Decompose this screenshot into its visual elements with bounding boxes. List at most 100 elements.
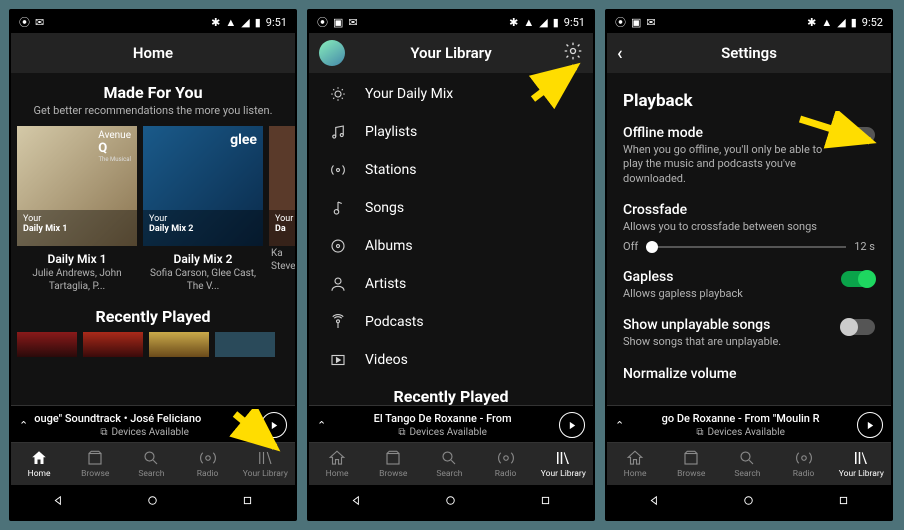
now-playing-bar[interactable]: ⌃ go De Roxanne - From "Moulin R ⧉Device… (607, 405, 891, 442)
nav-search[interactable]: Search (126, 447, 176, 481)
library-item-label: Stations (365, 162, 416, 178)
devices-label[interactable]: Devices Available (111, 427, 188, 438)
library-item-radio[interactable]: Stations (309, 151, 593, 189)
unplayable-toggle[interactable] (841, 319, 875, 335)
play-button[interactable] (261, 412, 287, 438)
nav-home[interactable]: Home (312, 447, 362, 481)
daily-mix-scroller[interactable]: AvenueQ The Musical YourDaily Mix 1 Dail… (11, 126, 295, 293)
nav-browse[interactable]: Browse (368, 447, 418, 481)
made-for-you-subtitle: Get better recommendations the more you … (11, 104, 295, 118)
sun-icon (327, 85, 349, 103)
now-playing-bar[interactable]: ⌃ ouge" Soundtrack • José Feliciano ⧉ Dev… (11, 405, 295, 442)
home-content: Made For You Get better recommendations … (11, 73, 295, 405)
library-item-label: Videos (365, 352, 408, 368)
signal-icon: ◢ (241, 16, 249, 29)
recently-played-title: Recently Played (11, 307, 295, 326)
play-button[interactable] (857, 412, 883, 438)
library-item-song[interactable]: Songs (309, 189, 593, 227)
setting-show-unplayable[interactable]: Show unplayable songs Show songs that ar… (623, 317, 875, 349)
setting-gapless[interactable]: Gapless Allows gapless playback (623, 269, 875, 301)
crossfade-slider[interactable]: Off 12 s (623, 240, 875, 253)
setting-offline-mode[interactable]: Offline mode When you go offline, you'll… (623, 125, 875, 186)
card-title: Daily Mix 1 (17, 252, 137, 266)
library-item-video[interactable]: Videos (309, 341, 593, 379)
library-item-label: Playlists (365, 124, 417, 140)
bottom-nav: Home Browse Search Radio Your Library (309, 442, 593, 485)
app-bar: ‹ Settings (607, 33, 891, 73)
song-icon (327, 199, 349, 217)
daily-mix-card-2[interactable]: glee YourDaily Mix 2 Daily Mix 2 Sofia C… (143, 126, 263, 293)
library-content: Your Daily Mix Playlists Stations Songs Albu… (309, 73, 593, 405)
devices-icon[interactable]: ⧉ (398, 427, 405, 438)
back-button[interactable] (51, 493, 66, 512)
devices-icon[interactable]: ⧉ (100, 427, 107, 438)
home-button[interactable] (741, 493, 756, 512)
back-icon[interactable]: ‹ (617, 43, 623, 64)
nav-browse[interactable]: Browse (666, 447, 716, 481)
chevron-up-icon[interactable]: ⌃ (317, 419, 326, 432)
library-item-label: Your Daily Mix (365, 86, 453, 102)
card-title: Daily Mix 2 (143, 252, 263, 266)
recents-button[interactable] (836, 493, 851, 512)
track-title: ouge" Soundtrack • José Feliciano (34, 412, 255, 425)
nav-browse[interactable]: Browse (70, 447, 120, 481)
phone-settings: ⦿▣✉ ✱▲◢▮9:52 ‹ Settings Playback Offline… (605, 9, 893, 521)
offline-toggle[interactable] (841, 127, 875, 143)
library-item-album[interactable]: Albums (309, 227, 593, 265)
nav-search[interactable]: Search (424, 447, 474, 481)
avatar[interactable] (319, 40, 345, 66)
card-artists: Julie Andrews, John Tartaglia, P... (17, 268, 137, 293)
library-item-label: Albums (365, 238, 413, 254)
card-artists: Ka Steve (269, 248, 295, 273)
settings-section-playback: Playback (623, 91, 875, 111)
gapless-toggle[interactable] (841, 271, 875, 287)
recents-button[interactable] (240, 493, 255, 512)
page-title: Your Library (410, 44, 491, 62)
library-recently-played: Recently Played (309, 387, 593, 405)
bluetooth-icon: ✱ (211, 16, 220, 29)
slider-thumb[interactable] (646, 241, 658, 253)
home-button[interactable] (145, 493, 160, 512)
daily-mix-card-1[interactable]: AvenueQ The Musical YourDaily Mix 1 Dail… (17, 126, 137, 293)
bottom-nav: Home Browse Search Radio Your Library (11, 442, 295, 485)
nav-search[interactable]: Search (722, 447, 772, 481)
nav-library[interactable]: Your Library (537, 447, 590, 481)
recents-button[interactable] (538, 493, 553, 512)
app-bar: Home (11, 33, 295, 73)
nav-home[interactable]: Home (14, 447, 64, 481)
android-nav (11, 485, 295, 519)
chevron-up-icon[interactable]: ⌃ (19, 419, 28, 432)
made-for-you-title: Made For You (11, 83, 295, 102)
nav-home[interactable]: Home (610, 447, 660, 481)
nav-radio[interactable]: Radio (481, 447, 531, 481)
settings-content: Playback Offline mode When you go offlin… (607, 73, 891, 405)
setting-normalize-volume[interactable]: Normalize volume (623, 366, 875, 382)
daily-mix-card-3[interactable]: YourDa Ka Steve (269, 126, 295, 293)
play-button[interactable] (559, 412, 585, 438)
android-nav (607, 485, 891, 519)
devices-icon[interactable]: ⧉ (696, 427, 703, 438)
page-title: Settings (721, 44, 777, 62)
outlook-notif-icon: ✉ (35, 16, 44, 29)
settings-gear-icon[interactable] (563, 41, 583, 66)
status-bar: ⦿▣✉ ✱▲◢▮9:51 (309, 11, 593, 33)
back-button[interactable] (349, 493, 364, 512)
library-item-note[interactable]: Playlists (309, 113, 593, 151)
recently-played-scroller[interactable] (11, 332, 295, 357)
library-item-label: Songs (365, 200, 404, 216)
back-button[interactable] (647, 493, 662, 512)
battery-icon: ▮ (255, 16, 261, 29)
library-item-artist[interactable]: Artists (309, 265, 593, 303)
now-playing-bar[interactable]: ⌃ El Tango De Roxanne - From ⧉Devices Av… (309, 405, 593, 442)
page-title: Home (133, 44, 173, 62)
home-button[interactable] (443, 493, 458, 512)
artist-icon (327, 275, 349, 293)
phone-home: ⦿ ✉ ✱ ▲ ◢ ▮ 9:51 Home Made For You Get b… (9, 9, 297, 521)
nav-radio[interactable]: Radio (779, 447, 829, 481)
library-item-podcast[interactable]: Podcasts (309, 303, 593, 341)
nav-library[interactable]: Your Library (835, 447, 888, 481)
library-item-sun[interactable]: Your Daily Mix (309, 75, 593, 113)
chevron-up-icon[interactable]: ⌃ (615, 419, 624, 432)
nav-library[interactable]: Your Library (239, 447, 292, 481)
nav-radio[interactable]: Radio (183, 447, 233, 481)
